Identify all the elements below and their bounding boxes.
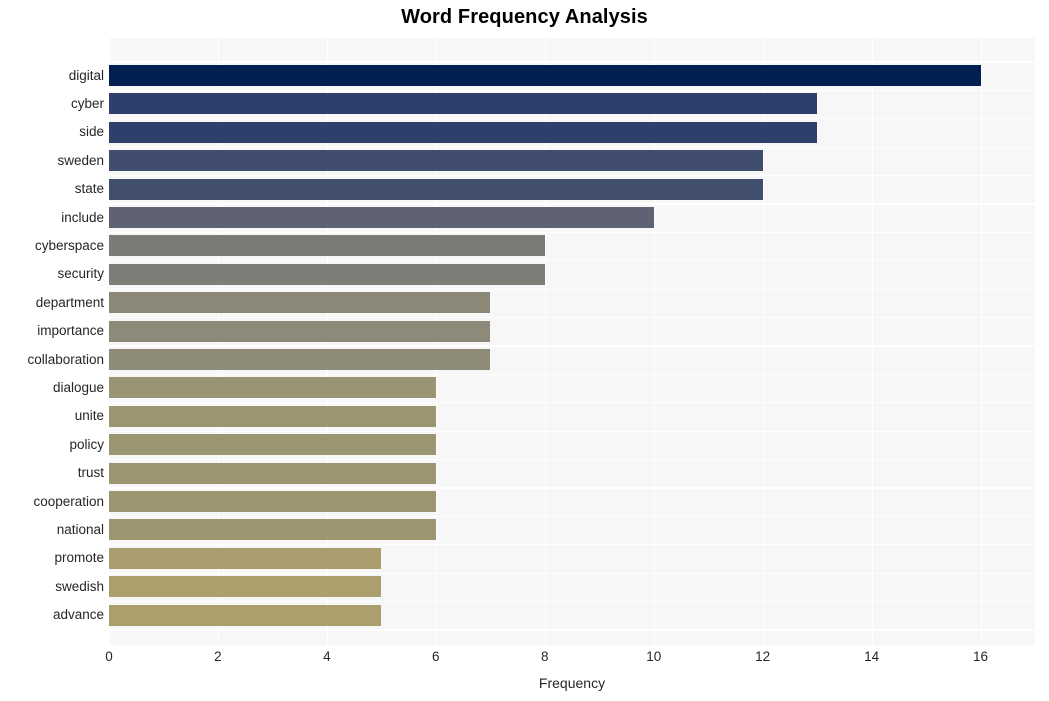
y-axis-tick-label: swedish — [55, 578, 104, 594]
bar — [109, 462, 436, 484]
x-axis-tick-label: 12 — [755, 649, 771, 664]
gridline-horizontal — [109, 345, 1035, 347]
x-axis-tick-label: 10 — [646, 649, 662, 664]
gridline-horizontal — [109, 260, 1035, 262]
bar — [109, 377, 436, 399]
y-axis-tick-label: department — [35, 294, 104, 310]
gridline-horizontal — [109, 175, 1035, 177]
x-axis-tick-label: 16 — [973, 649, 989, 664]
bar — [109, 235, 545, 257]
chart-figure: Word Frequency Analysis digital cyber side… — [0, 0, 1049, 701]
gridline-horizontal — [109, 402, 1035, 404]
y-axis-tick-label: policy — [69, 436, 104, 452]
bar — [109, 576, 382, 598]
y-axis-tick-label: promote — [54, 550, 104, 566]
gridline-vertical — [871, 38, 873, 645]
y-axis-tick-label: cyberspace — [34, 237, 104, 253]
y-axis-tick-label: state — [74, 181, 104, 197]
y-axis-tick-label: include — [61, 209, 104, 225]
x-axis-tick-label: 4 — [323, 649, 331, 664]
gridline-horizontal — [109, 572, 1035, 574]
y-axis-tick-label: digital — [68, 67, 104, 83]
bar — [109, 491, 436, 512]
bar — [109, 263, 545, 285]
bar — [109, 434, 436, 456]
gridline-horizontal — [109, 487, 1035, 489]
y-axis-tick-label: sweden — [57, 152, 104, 168]
y-axis-tick-label: collaboration — [27, 351, 104, 367]
gridline-horizontal — [109, 118, 1035, 120]
chart-title: Word Frequency Analysis — [401, 6, 648, 28]
bar — [109, 121, 818, 143]
gridline-horizontal — [109, 515, 1035, 518]
y-axis-tick-label: security — [57, 266, 104, 282]
gridline-horizontal — [109, 459, 1035, 461]
x-axis-tick-label: 6 — [432, 649, 440, 664]
gridline-vertical — [980, 38, 982, 645]
gridline-horizontal — [109, 61, 1035, 63]
x-axis-tick-label: 2 — [214, 649, 222, 664]
y-axis-tick-label: unite — [74, 408, 104, 424]
y-axis-tick-label: trust — [77, 465, 104, 481]
gridline-horizontal — [109, 288, 1035, 290]
y-axis-tick-label: advance — [52, 607, 104, 623]
gridline-horizontal — [109, 146, 1035, 148]
plot-area — [109, 38, 1035, 645]
y-axis-tick-label: cyber — [70, 95, 104, 111]
gridline-horizontal — [109, 430, 1035, 432]
y-axis-tick-label: side — [79, 124, 104, 140]
x-axis-tick-label: 0 — [105, 649, 113, 664]
bar — [109, 320, 491, 342]
y-axis-tick-label: dialogue — [52, 379, 104, 395]
gridline-horizontal — [109, 203, 1035, 205]
bar — [109, 207, 654, 228]
gridline-horizontal — [109, 317, 1035, 319]
bar — [109, 292, 491, 314]
y-axis-tick-label: cooperation — [33, 493, 104, 509]
y-axis-tick-labels: digital cyber side sweden state include cybers… — [0, 38, 104, 645]
x-axis-tick-label: 8 — [540, 649, 549, 664]
gridline-horizontal — [109, 231, 1035, 234]
x-axis-tick-label: 14 — [864, 649, 880, 664]
bar — [109, 65, 981, 86]
bar — [109, 349, 491, 370]
y-axis-tick-label: importance — [37, 323, 104, 339]
bar — [109, 93, 818, 115]
bar — [109, 405, 436, 427]
bar — [109, 178, 763, 200]
gridline-horizontal — [109, 601, 1035, 603]
gridline-horizontal — [109, 629, 1035, 631]
bar — [109, 519, 436, 541]
gridline-horizontal — [109, 373, 1035, 376]
x-axis-label: Frequency — [538, 675, 606, 691]
y-axis-tick-label: national — [56, 521, 104, 537]
gridline-horizontal — [109, 544, 1035, 546]
x-axis-tick-labels: 0 2 4 6 8 10 12 14 16 — [105, 649, 1035, 671]
bar — [109, 547, 382, 569]
bar — [109, 150, 763, 172]
gridline-horizontal — [109, 89, 1035, 92]
bar — [109, 604, 382, 626]
